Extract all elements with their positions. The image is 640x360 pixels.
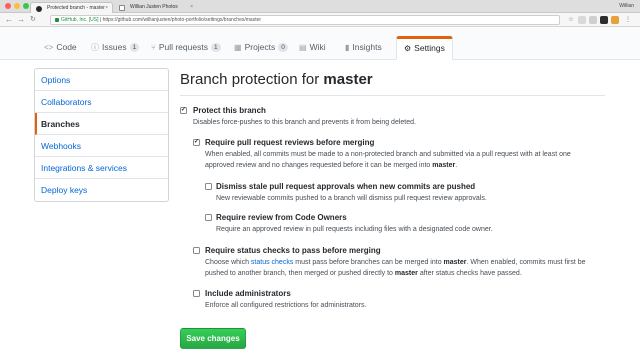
gear-icon: ⚙: [404, 44, 412, 53]
repo-nav: <> Code ⓘ Issues 1 ⑂ Pull requests 1 ▦ Project…: [0, 27, 640, 60]
menu-kebab-icon[interactable]: ⋮: [624, 16, 632, 24]
description-text: must pass before branches can be merged …: [293, 259, 444, 266]
issue-count: 1: [129, 43, 140, 52]
url-text: https://github.com/willianjusten/photo-p…: [102, 17, 262, 23]
description-text: .: [455, 162, 458, 169]
page-title: Branch protection for master: [180, 70, 373, 90]
sidebar-item-deploy-keys[interactable]: Deploy keys: [35, 179, 168, 201]
extension-icon[interactable]: [578, 16, 586, 24]
tab-issues[interactable]: ⓘ Issues 1: [84, 36, 146, 60]
book-icon: ▤: [299, 43, 307, 52]
tab-label: Pull requests: [158, 42, 208, 52]
extension-icon[interactable]: [600, 16, 608, 24]
branch-name: master: [323, 71, 373, 88]
code-owners-label: Require review from Code Owners: [216, 213, 347, 222]
extension-icon[interactable]: [589, 16, 597, 24]
close-window-button[interactable]: [5, 3, 11, 9]
dismiss-stale-description: New reviewable commits pushed to a branc…: [216, 195, 487, 202]
protect-branch-checkbox[interactable]: ✓: [180, 107, 187, 114]
code-owners-description: Require an approved review in pull reque…: [216, 226, 493, 233]
tab-label: Wiki: [309, 42, 326, 52]
code-owners-checkbox[interactable]: [205, 214, 212, 221]
github-favicon-icon: [36, 6, 42, 12]
protect-branch-description: Disables force-pushes to this branch and…: [193, 119, 416, 126]
sidebar-item-collaborators[interactable]: Collaborators: [35, 91, 168, 113]
sidebar-item-webhooks[interactable]: Webhooks: [35, 135, 168, 157]
project-icon: ▦: [234, 43, 242, 52]
dismiss-stale-checkbox[interactable]: [205, 183, 212, 190]
title-divider: [180, 95, 605, 96]
graph-icon: ▮: [345, 43, 350, 52]
project-count: 0: [278, 43, 288, 52]
tab-insights[interactable]: ▮ Insights: [338, 36, 389, 60]
bookmark-star-icon[interactable]: ☆: [567, 16, 575, 24]
browser-toolbar: ← → ↻ GitHub, Inc. [US] | https://github…: [0, 13, 640, 27]
minimize-window-button[interactable]: [14, 3, 20, 9]
description-text: after status checks have passed.: [417, 270, 522, 277]
require-reviews-label: Require pull request reviews before merg…: [205, 138, 375, 147]
maximize-window-button[interactable]: [23, 3, 29, 9]
sidebar-item-integrations[interactable]: Integrations & services: [35, 157, 168, 179]
browser-profile-name[interactable]: Willian: [619, 0, 634, 13]
description-text: Choose which: [205, 259, 251, 266]
save-changes-button[interactable]: Save changes: [180, 328, 246, 349]
status-checks-link[interactable]: status checks: [251, 259, 293, 266]
tab-title: Willian Justen Photos: [130, 4, 178, 10]
code-icon: <>: [44, 43, 54, 52]
protect-branch-label: Protect this branch: [193, 106, 266, 115]
pull-request-count: 1: [210, 43, 221, 52]
extension-icon[interactable]: [611, 16, 619, 24]
tab-label: Code: [56, 42, 77, 52]
tab-title: Protected branch - master: [47, 5, 105, 11]
forward-arrow-icon[interactable]: →: [17, 14, 25, 26]
status-checks-label: Require status checks to pass before mer…: [205, 246, 381, 255]
tab-settings[interactable]: ⚙ Settings: [396, 36, 453, 60]
address-bar[interactable]: GitHub, Inc. [US] | https://github.com/w…: [50, 15, 560, 25]
description-text: When enabled, all commits must be made t…: [205, 151, 571, 169]
address-separator: |: [99, 17, 102, 23]
include-admins-checkbox[interactable]: [193, 290, 200, 297]
tab-label: Settings: [414, 43, 445, 53]
pull-request-icon: ⑂: [151, 43, 156, 52]
tab-label: Projects: [244, 42, 276, 52]
include-admins-description: Enforce all configured restrictions for …: [205, 302, 367, 309]
status-checks-checkbox[interactable]: [193, 247, 200, 254]
include-admins-label: Include administrators: [205, 289, 291, 298]
issue-icon: ⓘ: [91, 43, 99, 52]
lock-icon: [55, 17, 59, 22]
settings-sidebar: Options Collaborators Branches Webhooks …: [34, 68, 169, 202]
tab-wiki[interactable]: ▤ Wiki: [292, 36, 333, 60]
tab-code[interactable]: <> Code: [37, 36, 84, 60]
sidebar-item-branches[interactable]: Branches: [35, 113, 168, 135]
status-checks-description: Choose which status checks must pass bef…: [205, 257, 595, 279]
browser-tab-bar: Protected branch - master × Willian Just…: [0, 0, 640, 13]
sidebar-item-options[interactable]: Options: [35, 69, 168, 91]
back-arrow-icon[interactable]: ←: [5, 14, 13, 26]
secure-origin-label: GitHub, Inc. [US]: [61, 17, 99, 23]
branch-name: master: [394, 270, 418, 277]
tab-projects[interactable]: ▦ Projects 0: [227, 36, 295, 60]
reload-icon[interactable]: ↻: [30, 14, 36, 26]
page-title-prefix: Branch protection for: [180, 71, 324, 88]
tab-pull-requests[interactable]: ⑂ Pull requests 1: [144, 36, 228, 60]
tab-label: Insights: [352, 42, 382, 52]
browser-tab-active[interactable]: Protected branch - master ×: [30, 2, 113, 13]
dismiss-stale-label: Dismiss stale pull request approvals whe…: [216, 182, 476, 191]
require-reviews-checkbox[interactable]: ✓: [193, 139, 200, 146]
require-reviews-description: When enabled, all commits must be made t…: [205, 149, 590, 171]
branch-name: master: [432, 162, 456, 169]
branch-name: master: [443, 259, 467, 266]
tab-label: Issues: [102, 42, 127, 52]
close-tab-icon[interactable]: ×: [105, 3, 108, 13]
close-tab-icon[interactable]: ×: [190, 2, 193, 13]
page-favicon-icon: [119, 5, 125, 11]
browser-tab[interactable]: Willian Justen Photos ×: [114, 2, 197, 13]
